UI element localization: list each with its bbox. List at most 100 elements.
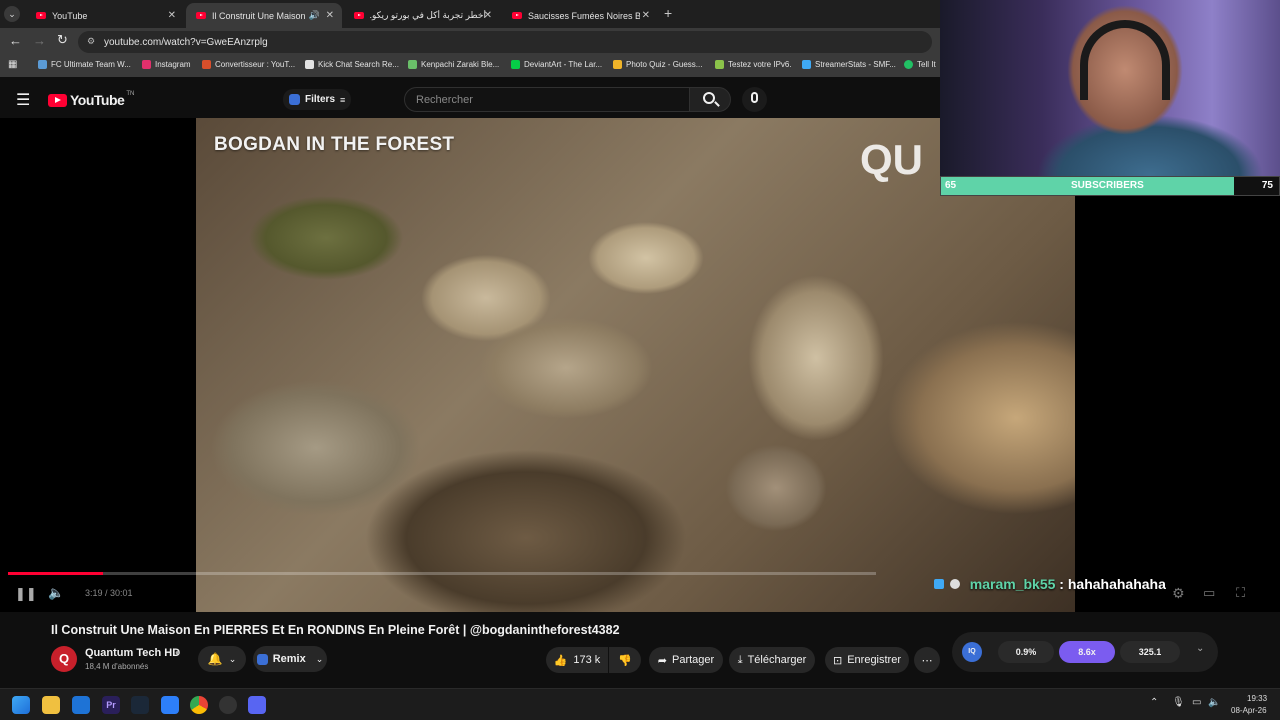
premiere-icon[interactable]: Pr (102, 696, 120, 714)
browser-toolbar: ← → ↻ ⚙ youtube.com/watch?v=GweEAnzrplg (0, 28, 940, 55)
back-icon[interactable]: ← (9, 33, 22, 48)
bookmark-favicon-icon (38, 60, 47, 69)
youtube-favicon-icon (36, 12, 46, 19)
reload-icon[interactable]: ↻ (57, 32, 68, 48)
search-button[interactable] (689, 87, 731, 112)
close-tab-icon[interactable]: ✕ (642, 10, 650, 21)
bookmark-item[interactable]: Photo Quiz - Guess... (613, 60, 702, 69)
bookmark-item[interactable]: Testez votre IPv6. (715, 60, 792, 69)
webcam-overlay (940, 0, 1280, 176)
video-title: Il Construit Une Maison En PIERRES Et En… (51, 623, 620, 637)
tab-arabic-video[interactable]: أخطر تجربة أكل في بورتو ريكو... ✕ (344, 3, 500, 28)
more-actions-button[interactable]: ⋯ (914, 647, 940, 673)
dislike-button[interactable]: 👎 (609, 647, 641, 673)
bookmarks-bar: ▦ FC Ultimate Team W... Instagram Conver… (0, 55, 940, 77)
save-button[interactable]: ⊡ Enregistrer (825, 647, 909, 673)
remix-icon (256, 653, 268, 665)
tab-list-button[interactable]: ⌄ (4, 6, 20, 22)
share-button[interactable]: ➦ Partager (649, 647, 723, 673)
bookmark-item[interactable]: FC Ultimate Team W... (38, 60, 131, 69)
close-tab-icon[interactable]: ✕ (326, 10, 334, 21)
like-button[interactable]: 👍 173 k (546, 647, 608, 673)
bookmark-favicon-icon (802, 60, 811, 69)
speed-widget: IQ 0.9% 8.6x 325.1 ⌄ (952, 632, 1218, 672)
tab-youtube[interactable]: YouTube ✕ (26, 3, 184, 28)
chevron-down-icon: ⌄ (228, 653, 237, 664)
menu-icon[interactable]: ☰ (16, 90, 30, 110)
tab-active-video[interactable]: Il Construit Une Maison En 🔊 ✕ (186, 3, 342, 28)
channel-name[interactable]: Quantum Tech HD (85, 647, 180, 659)
subs-goal: 75 (1261, 180, 1273, 191)
fullscreen-icon[interactable]: ⛶ (1236, 585, 1245, 601)
download-icon: ⤓ (737, 653, 743, 666)
widget-logo-icon: IQ (962, 642, 982, 662)
more-icon: ⋯ (921, 654, 933, 667)
youtube-logo-icon (48, 93, 67, 107)
clock-time: 19:33 (1247, 694, 1268, 703)
deviantart-icon (511, 60, 520, 69)
app-icon[interactable] (219, 696, 237, 714)
app-icon[interactable] (161, 696, 179, 714)
settings-icon[interactable]: ⚙ (1172, 585, 1185, 602)
tray-chevron-icon[interactable]: ⌃ (1150, 697, 1158, 708)
filters-button[interactable]: Filters ≡ (283, 89, 351, 110)
channel-avatar[interactable]: Q (51, 646, 77, 672)
bookmark-favicon-icon (613, 60, 622, 69)
volume-icon[interactable]: 🔈 (48, 585, 64, 601)
bookmark-item[interactable]: Kick Chat Search Re... (305, 60, 399, 69)
bell-icon: 🔔 (207, 652, 223, 666)
tab-title: أخطر تجربة أكل في بورتو ريكو... (370, 10, 486, 20)
tab-sausage-video[interactable]: Saucisses Fumées Noires Bushc ✕ (502, 3, 658, 28)
windows-taskbar: Pr ⌃ 🎙 ▭ 🔈 19:33 08-Apr-26 (0, 688, 1280, 720)
file-explorer-icon[interactable] (42, 696, 60, 714)
pause-icon[interactable]: ❚❚ (15, 586, 37, 602)
widget-stat-3[interactable]: 325.1 (1120, 641, 1180, 663)
display-tray-icon[interactable]: ▭ (1192, 697, 1201, 708)
outlook-icon[interactable] (72, 696, 90, 714)
volume-tray-icon[interactable]: 🔈 (1208, 697, 1220, 708)
video-progress-bar[interactable] (8, 572, 876, 575)
youtube-favicon-icon (512, 12, 522, 19)
chat-username: maram_bk55 (969, 576, 1056, 592)
discord-icon[interactable] (248, 696, 266, 714)
bookmark-item[interactable]: Instagram (142, 60, 191, 69)
youtube-favicon-icon (354, 12, 364, 19)
new-tab-button[interactable]: + (664, 5, 672, 21)
bookmark-item[interactable]: DeviantArt - The Lar... (511, 60, 602, 69)
site-info-icon[interactable]: ⚙ (87, 36, 95, 47)
close-tab-icon[interactable]: ✕ (168, 10, 176, 21)
chat-message: maram_bk55 : hahahahahaha (934, 576, 1166, 592)
microphone-tray-icon[interactable]: 🎙 (1172, 697, 1185, 708)
close-tab-icon[interactable]: ✕ (484, 10, 492, 21)
bookmark-item[interactable]: Kenpachi Zaraki Ble... (408, 60, 499, 69)
bookmark-item[interactable]: Tell It (904, 60, 936, 69)
notification-button[interactable]: 🔔 ⌄ (198, 646, 246, 672)
apps-grid-icon[interactable]: ▦ (8, 59, 17, 70)
bookmark-favicon-icon (305, 60, 314, 69)
theater-mode-icon[interactable]: ▭ (1203, 585, 1215, 601)
voice-search-button[interactable] (742, 87, 767, 112)
bookmark-item[interactable]: Convertisseur : YouT... (202, 60, 295, 69)
tune-icon: ≡ (340, 94, 346, 105)
remix-button[interactable]: Remix ⌄ (253, 646, 327, 672)
download-button[interactable]: ⤓ Télécharger (729, 647, 815, 673)
bookmark-favicon-icon (408, 60, 417, 69)
steam-icon[interactable] (131, 696, 149, 714)
widget-stat-1[interactable]: 0.9% (998, 641, 1054, 663)
forward-icon[interactable]: → (33, 33, 46, 48)
speaker-icon[interactable]: 🔊 (309, 10, 320, 21)
logo-country: TN (126, 91, 135, 97)
address-bar[interactable]: ⚙ youtube.com/watch?v=GweEAnzrplg (78, 31, 932, 53)
bookmark-item[interactable]: StreamerStats - SMF... (802, 60, 896, 69)
widget-stat-2[interactable]: 8.6x (1059, 641, 1115, 663)
video-time: 3:19 / 30:01 (85, 588, 133, 598)
chat-badge-icon (934, 579, 944, 589)
video-progress-fill (8, 572, 104, 575)
start-windows-icon[interactable] (12, 696, 30, 714)
bookmark-icon: ⊡ (832, 654, 843, 667)
search-input[interactable]: Rechercher (404, 87, 690, 112)
chevron-down-icon[interactable]: ⌄ (1196, 643, 1204, 654)
chrome-icon[interactable] (190, 696, 208, 714)
video-overlay-title: BOGDAN IN THE FOREST (214, 134, 455, 155)
youtube-logo[interactable]: YouTube TN (48, 91, 135, 108)
